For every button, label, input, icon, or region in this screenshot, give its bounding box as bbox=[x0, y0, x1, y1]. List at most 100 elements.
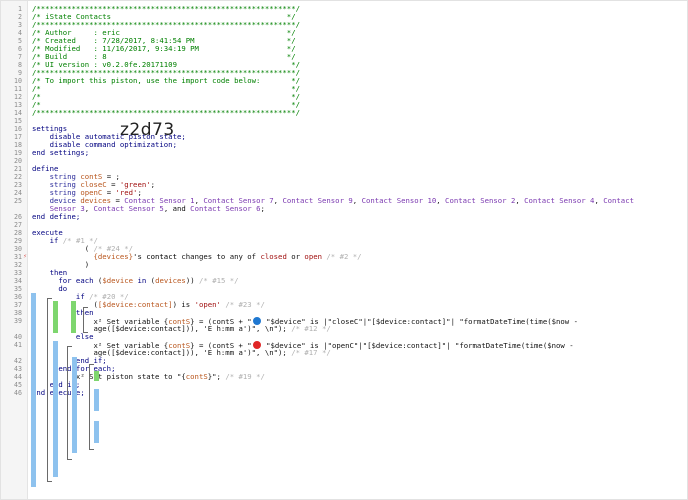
code-token: devices bbox=[155, 276, 186, 285]
code-token: , bbox=[436, 196, 446, 205]
line-number: 29 bbox=[14, 237, 22, 245]
inner-else-bar bbox=[94, 421, 99, 443]
code-token: /* #2 */ bbox=[322, 252, 362, 261]
line-number: 42 bbox=[14, 357, 22, 365]
code-token: in bbox=[133, 276, 151, 285]
line-number: 38 bbox=[14, 309, 22, 317]
line-number: 17 bbox=[14, 133, 22, 141]
foreach-do-bar bbox=[72, 357, 77, 453]
line-number: 14 bbox=[14, 109, 22, 117]
execute-block-bar bbox=[31, 293, 36, 487]
code-token: else bbox=[32, 332, 94, 341]
if-bracket bbox=[47, 298, 52, 482]
line-number: 5 bbox=[18, 37, 22, 45]
line-number: 44 bbox=[14, 373, 22, 381]
line-number: 26 bbox=[14, 213, 22, 221]
line-number: 36 bbox=[14, 293, 22, 301]
condition-group-bar bbox=[71, 301, 76, 333]
line-number: 1 bbox=[18, 5, 22, 13]
line-number: 19 bbox=[14, 149, 22, 157]
code-token: Contact Sensor 4 bbox=[524, 196, 595, 205]
line-number: 21 bbox=[14, 165, 22, 173]
line-number: 45 bbox=[14, 381, 22, 389]
code-token: end define; bbox=[32, 212, 81, 221]
line-number: 43 bbox=[14, 365, 22, 373]
line-number: 20 bbox=[14, 157, 22, 165]
line-number: 16 bbox=[14, 125, 22, 133]
code-token: Contact Sensor 6 bbox=[190, 204, 261, 213]
line-number: 2 bbox=[18, 13, 22, 21]
line-number: 12 bbox=[14, 93, 22, 101]
line-number: 23 bbox=[14, 181, 22, 189]
code-token: changes to any of bbox=[177, 252, 261, 261]
line-number: 31 bbox=[14, 253, 22, 261]
line-number: 4 bbox=[18, 29, 22, 37]
line-number: 13 bbox=[14, 101, 22, 109]
code-token: $device bbox=[102, 276, 134, 285]
line-number: 25 bbox=[14, 197, 22, 205]
line-number: 41 bbox=[14, 341, 22, 349]
if-then-bar bbox=[53, 341, 58, 477]
code-token: Contact bbox=[603, 196, 634, 205]
code-token: Contact Sensor 10 bbox=[361, 196, 437, 205]
code-token: Contact Sensor 9 bbox=[282, 196, 353, 205]
code-token: [$device:contact] bbox=[97, 300, 173, 309]
line-number: 33 bbox=[14, 269, 22, 277]
line-number: 46 bbox=[14, 389, 22, 397]
line-number: 9 bbox=[18, 69, 22, 77]
code-token: }"; bbox=[207, 372, 226, 381]
code-line[interactable]: /***************************************… bbox=[32, 109, 300, 117]
code-token: /* #19 */ bbox=[225, 372, 265, 381]
code-token: ) is bbox=[172, 300, 195, 309]
code-line[interactable]: else bbox=[32, 333, 94, 341]
if-condition-bar bbox=[53, 301, 58, 333]
code-token: Contact Sensor 2 bbox=[445, 196, 516, 205]
inner-if-bracket bbox=[89, 364, 94, 450]
code-token: , bbox=[594, 196, 604, 205]
trigger-lightning-icon: ⚡ bbox=[23, 253, 27, 260]
code-token: contS bbox=[185, 372, 208, 381]
inner-if-condition-bar bbox=[94, 371, 99, 381]
line-number: 30 bbox=[14, 245, 22, 253]
line-number: 6 bbox=[18, 45, 22, 53]
code-token: or bbox=[286, 252, 305, 261]
line-number: 32 bbox=[14, 261, 22, 269]
condition-group-bracket bbox=[83, 307, 88, 333]
line-number: 39 bbox=[14, 317, 22, 325]
line-number: 35 bbox=[14, 285, 22, 293]
line-number: 27 bbox=[14, 221, 22, 229]
line-number: 7 bbox=[18, 53, 22, 61]
code-line[interactable]: end settings; bbox=[32, 149, 89, 157]
code-token: closed bbox=[260, 252, 287, 261]
code-token: ; bbox=[150, 180, 156, 189]
code-token: )) bbox=[185, 276, 200, 285]
code-token: , bbox=[84, 204, 94, 213]
code-token: , bbox=[352, 196, 362, 205]
code-token: , and bbox=[163, 204, 191, 213]
line-number: 10 bbox=[14, 77, 22, 85]
line-number: 24 bbox=[14, 189, 22, 197]
line-number: 28 bbox=[14, 229, 22, 237]
line-number: 22 bbox=[14, 173, 22, 181]
code-token: , bbox=[515, 196, 525, 205]
code-token: open bbox=[304, 252, 322, 261]
code-token: /* #23 */ bbox=[220, 300, 265, 309]
line-number: 8 bbox=[18, 61, 22, 69]
code-token: /* #15 */ bbox=[199, 276, 239, 285]
line-number: 34 bbox=[14, 277, 22, 285]
code-token: /* #12 */ bbox=[291, 324, 331, 333]
code-token: 'open' bbox=[194, 300, 221, 309]
line-number: 3 bbox=[18, 21, 22, 29]
line-number: 15 bbox=[14, 117, 22, 125]
code-line[interactable]: end define; bbox=[32, 213, 80, 221]
inner-then-bar bbox=[94, 389, 99, 411]
code-editor: 1 2 3 4 5 6 7 8 9 10 11 12 13 14 15 16 17 18 19 20 21 22 23 24 2… bbox=[0, 0, 688, 500]
line-number: 37 bbox=[14, 301, 22, 309]
line-number-gutter: 1 2 3 4 5 6 7 8 9 10 11 12 13 14 15 16 17 18 19 20 21 22 23 24 2… bbox=[1, 1, 28, 499]
code-token: end settings; bbox=[32, 148, 90, 157]
import-code: z2d73 bbox=[120, 120, 175, 140]
code-token: Contact Sensor 5 bbox=[93, 204, 164, 213]
foreach-bracket bbox=[67, 346, 72, 460]
code-token: /***************************************… bbox=[32, 108, 300, 117]
code-token: contact bbox=[146, 252, 177, 261]
